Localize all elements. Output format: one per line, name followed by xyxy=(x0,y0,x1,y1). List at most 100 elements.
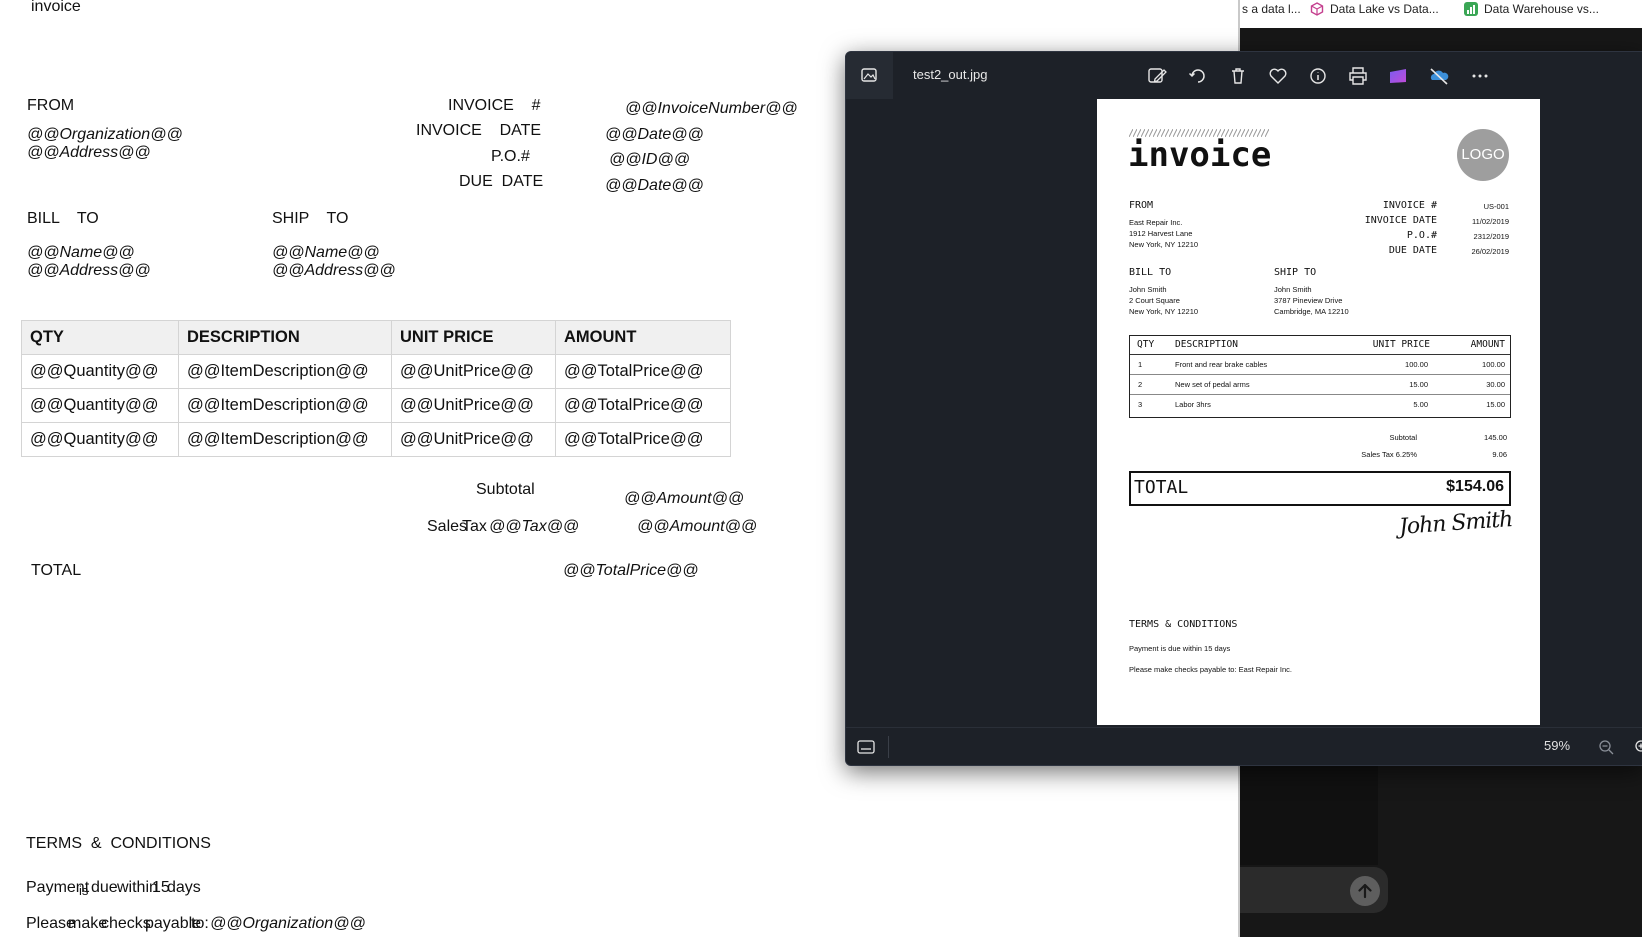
arrow-up-icon xyxy=(1358,883,1372,899)
description-cell: @@ItemDescription@@ xyxy=(178,354,392,389)
zoom-out-icon[interactable] xyxy=(1597,738,1615,761)
from-organization: @@Organization@@ xyxy=(27,126,183,143)
image-table-header: DESCRIPTION xyxy=(1175,339,1238,350)
browser-tab[interactable]: Data Warehouse vs... xyxy=(1464,2,1599,16)
image-total-value: $154.06 xyxy=(1446,478,1504,495)
rotate-icon[interactable] xyxy=(1187,65,1209,87)
image-table-header: AMOUNT xyxy=(1470,339,1505,350)
image-row-unit-price: 15.00 xyxy=(1409,380,1428,389)
table-divider xyxy=(1130,374,1510,375)
image-bill-to-label: BILL TO xyxy=(1129,267,1172,278)
onedrive-icon[interactable] xyxy=(1428,65,1450,87)
description-cell: @@ItemDescription@@ xyxy=(178,422,392,457)
browser-tab-strip: s a data l... Data Lake vs Data... Data … xyxy=(1240,0,1642,28)
table-divider xyxy=(1130,354,1510,355)
image-subtotal-label: Subtotal xyxy=(1389,433,1417,442)
invoice-number-label: INVOICE # xyxy=(448,97,541,114)
image-tax-label: Sales Tax 6.25% xyxy=(1361,450,1417,459)
invoice-date-value: @@Date@@ xyxy=(605,126,704,143)
viewer-title-bar: test2_out.jpg xyxy=(846,52,1642,99)
image-tax-value: 9.06 xyxy=(1492,450,1507,459)
image-row-qty: 1 xyxy=(1138,360,1143,369)
tab-label: Data Lake vs Data... xyxy=(1330,2,1439,16)
total-value: @@TotalPrice@@ xyxy=(563,562,699,579)
browser-tab[interactable]: Data Lake vs Data... xyxy=(1310,2,1439,16)
image-row-unit-price: 5.00 xyxy=(1413,400,1428,409)
image-meta-label: INVOICE # xyxy=(1382,200,1437,211)
tab-label: s a data l... xyxy=(1242,2,1301,16)
image-terms-line: Payment is due within 15 days xyxy=(1129,644,1231,653)
bill-to-name: @@Name@@ xyxy=(27,244,135,261)
qty-cell: @@Quantity@@ xyxy=(21,354,179,389)
tab-label: Data Warehouse vs... xyxy=(1484,2,1599,16)
zoom-in-icon[interactable] xyxy=(1633,738,1642,756)
image-table-header: QTY xyxy=(1137,339,1155,350)
image-from-line: 1912 Harvest Lane xyxy=(1129,229,1193,238)
tax-value: @@Tax@@ xyxy=(489,518,580,535)
image-meta-value: 2312/2019 xyxy=(1473,232,1509,241)
image-row-amount: 100.00 xyxy=(1482,360,1505,369)
send-button[interactable] xyxy=(1350,876,1380,906)
unit-price-cell: @@UnitPrice@@ xyxy=(391,388,556,423)
tax-label: Tax xyxy=(462,518,487,535)
image-row-qty: 3 xyxy=(1138,400,1143,409)
amount-cell: @@TotalPrice@@ xyxy=(555,422,731,457)
filmstrip-icon[interactable] xyxy=(856,738,876,761)
image-meta-value: 11/02/2019 xyxy=(1472,217,1509,226)
photo-viewer-window: test2_out.jpg invoice LOGO FROM East Rep… xyxy=(845,51,1642,766)
payment-word: due xyxy=(91,879,118,896)
amount-cell: @@TotalPrice@@ xyxy=(555,354,731,389)
chart-tile-icon xyxy=(1464,2,1478,16)
image-row-description: New set of pedal arms xyxy=(1175,380,1250,389)
terms-label: TERMS & CONDITIONS xyxy=(26,835,211,852)
please-organization: @@Organization@@ xyxy=(210,915,366,932)
table-row: @@Quantity@@ @@ItemDescription@@ @@UnitP… xyxy=(21,388,731,423)
image-terms-label: TERMS & CONDITIONS xyxy=(1129,619,1238,630)
image-meta-value: 26/02/2019 xyxy=(1471,247,1509,256)
description-cell: @@ItemDescription@@ xyxy=(178,388,392,423)
viewer-bottom-bar xyxy=(846,727,1642,766)
edit-image-icon[interactable] xyxy=(1146,65,1168,87)
amount-cell: @@TotalPrice@@ xyxy=(555,388,731,423)
unit-price-cell: @@UnitPrice@@ xyxy=(391,354,556,389)
total-label: TOTAL xyxy=(31,562,82,579)
browser-tab[interactable]: s a data l... xyxy=(1242,2,1301,16)
print-icon[interactable] xyxy=(1347,65,1369,87)
image-items-table: QTY DESCRIPTION UNIT PRICE AMOUNT 1 Fron… xyxy=(1129,335,1511,418)
invoice-number-value: @@InvoiceNumber@@ xyxy=(625,100,798,117)
image-row-amount: 15.00 xyxy=(1486,400,1505,409)
subtotal-value: @@Amount@@ xyxy=(624,490,745,507)
qty-cell: @@Quantity@@ xyxy=(21,422,179,457)
ship-to-label: SHIP TO xyxy=(272,210,349,227)
more-icon[interactable] xyxy=(1469,65,1491,87)
image-signature: John Smith xyxy=(1398,507,1514,540)
info-icon[interactable] xyxy=(1307,65,1329,87)
chat-panel xyxy=(1240,765,1378,865)
sales-tax-amount: @@Amount@@ xyxy=(637,518,758,535)
image-row-amount: 30.00 xyxy=(1486,380,1505,389)
table-header-row: QTY DESCRIPTION UNIT PRICE AMOUNT xyxy=(21,320,731,355)
photos-app-icon[interactable] xyxy=(846,52,893,99)
invoice-image: invoice LOGO FROM East Repair Inc. 1912 … xyxy=(1097,99,1540,725)
image-logo: LOGO xyxy=(1457,129,1509,181)
clipchamp-icon[interactable] xyxy=(1387,65,1409,87)
image-row-description: Front and rear brake cables xyxy=(1175,360,1268,369)
due-date-label: DUE DATE xyxy=(459,173,544,190)
image-total-label: TOTAL xyxy=(1134,477,1189,498)
qty-cell: @@Quantity@@ xyxy=(21,388,179,423)
payment-word: is xyxy=(79,883,89,898)
delete-icon[interactable] xyxy=(1227,65,1249,87)
unit-price-cell: @@UnitPrice@@ xyxy=(391,422,556,457)
from-label: FROM xyxy=(27,97,75,114)
file-name: test2_out.jpg xyxy=(913,67,988,82)
favorite-icon[interactable] xyxy=(1267,65,1289,87)
image-total-box: TOTAL $154.06 xyxy=(1129,471,1511,506)
please-word: to: xyxy=(191,915,209,932)
po-label: P.O.# xyxy=(491,148,530,165)
po-value: @@ID@@ xyxy=(609,151,690,168)
image-meta-label: INVOICE DATE xyxy=(1364,215,1437,226)
from-address: @@Address@@ xyxy=(27,144,151,161)
image-ship-line: John Smith xyxy=(1274,285,1312,294)
image-terms-line: Please make checks payable to: East Repa… xyxy=(1129,665,1293,674)
image-ship-line: Cambridge, MA 12210 xyxy=(1274,307,1349,316)
